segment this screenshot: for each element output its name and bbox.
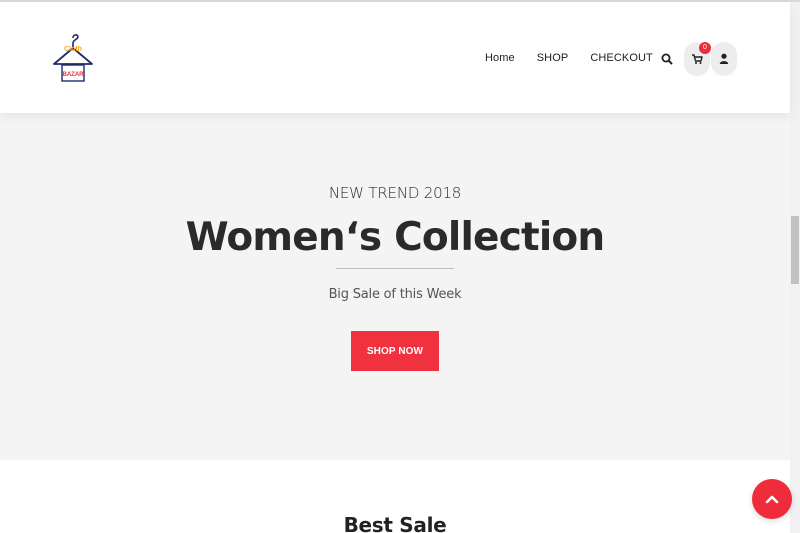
cart-count-badge: 0 [699,42,711,54]
hanger-logo-icon: Cloth BAZAR [53,34,93,82]
hero-kicker: NEW TREND 2018 [328,184,462,202]
hero-subtitle: Big Sale of this Week [328,287,462,302]
site-logo[interactable]: Cloth BAZAR [50,30,96,86]
hero-banner: NEW TREND 2018 Women‘s Collection Big Sa… [0,113,790,460]
logo-text-top: Cloth [64,46,82,53]
site-header: Cloth BAZAR Home SHOP CHECKOUT 0 [0,2,790,113]
nav-shop[interactable]: SHOP [537,52,569,64]
main-nav: Home SHOP CHECKOUT [485,52,675,64]
hero-title: Women‘s Collection [185,215,606,260]
nav-checkout[interactable]: CHECKOUT [590,52,653,64]
account-button[interactable] [711,42,737,76]
back-to-top-button[interactable] [752,479,792,519]
shop-now-button[interactable]: SHOP NOW [351,331,439,371]
nav-home[interactable]: Home [485,52,515,64]
cart-icon [692,54,703,64]
chevron-up-icon [765,495,779,504]
user-icon [719,53,729,64]
logo-text-bottom: BAZAR [63,72,85,78]
hero-divider [336,268,454,269]
search-button[interactable] [659,51,675,67]
scrollbar-thumb[interactable] [791,216,799,284]
best-sale-heading: Best Sale [343,513,447,533]
search-icon [661,53,673,65]
